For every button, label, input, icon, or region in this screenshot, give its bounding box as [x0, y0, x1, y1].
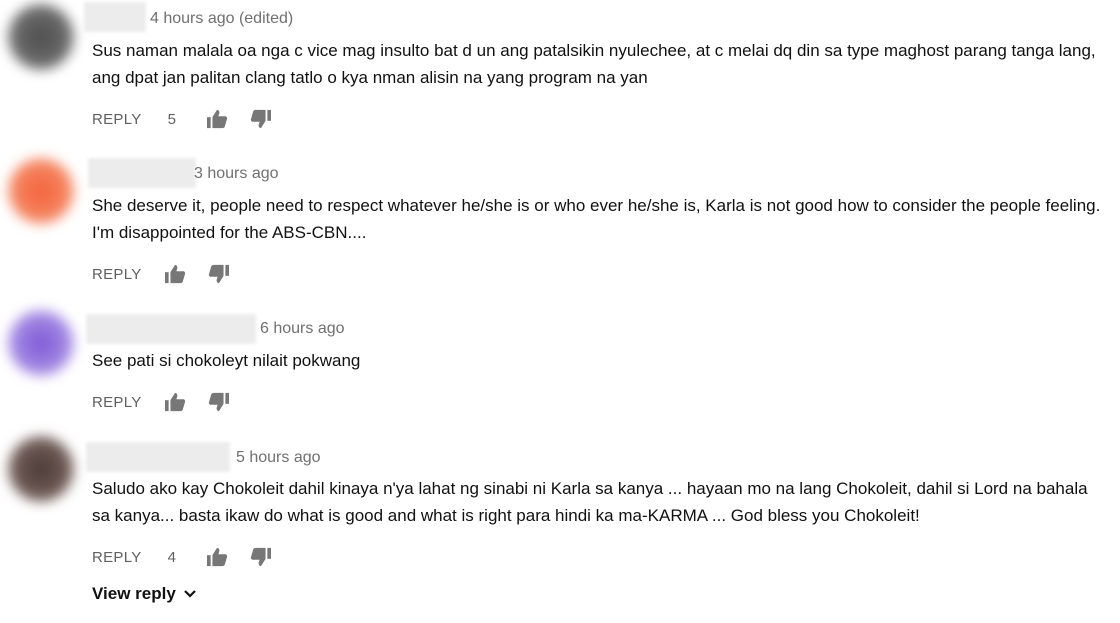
author-name-redacted[interactable]	[88, 158, 196, 188]
comment-text: Sus naman malala oa nga c vice mag insul…	[92, 41, 1096, 87]
reply-button[interactable]: REPLY	[92, 266, 142, 283]
comment-text: See pati si chokoleyt nilait pokwang	[92, 351, 361, 370]
comment-timestamp[interactable]: 4 hours ago (edited)	[150, 10, 293, 28]
thumb-down-icon[interactable]	[250, 109, 272, 129]
author-name-redacted[interactable]	[86, 442, 230, 472]
comment-actions: REPLY 5	[92, 107, 272, 131]
reply-button[interactable]: REPLY	[92, 394, 142, 411]
like-count: 4	[167, 548, 176, 566]
avatar[interactable]	[8, 4, 74, 70]
comment-timestamp[interactable]: 3 hours ago	[194, 165, 279, 183]
avatar[interactable]	[8, 158, 74, 224]
avatar[interactable]	[8, 310, 74, 376]
comment-text: She deserve it, people need to respect w…	[92, 196, 1101, 242]
avatar[interactable]	[8, 436, 74, 502]
comment-actions: REPLY	[92, 390, 230, 414]
thumb-up-icon[interactable]	[206, 547, 228, 567]
comment-timestamp[interactable]: 6 hours ago	[260, 320, 345, 338]
thumb-down-icon[interactable]	[208, 392, 230, 412]
comment-timestamp[interactable]: 5 hours ago	[236, 449, 321, 467]
view-reply-button[interactable]: View reply	[92, 584, 197, 604]
thumb-down-icon[interactable]	[208, 264, 230, 284]
reply-button[interactable]: REPLY	[92, 111, 142, 128]
comment-actions: REPLY	[92, 262, 230, 286]
thumb-down-icon[interactable]	[250, 547, 272, 567]
comment-actions: REPLY 4	[92, 545, 272, 569]
thumb-up-icon[interactable]	[206, 109, 228, 129]
author-name-redacted[interactable]	[86, 314, 256, 344]
thumb-up-icon[interactable]	[164, 392, 186, 412]
comment-text: Saludo ako kay Chokoleit dahil kinaya n'…	[92, 479, 1088, 525]
view-reply-label: View reply	[92, 584, 176, 603]
reply-button[interactable]: REPLY	[92, 549, 142, 566]
like-count: 5	[167, 110, 176, 128]
author-name-redacted[interactable]	[84, 2, 146, 32]
thumb-up-icon[interactable]	[164, 264, 186, 284]
chevron-down-icon	[184, 590, 196, 598]
